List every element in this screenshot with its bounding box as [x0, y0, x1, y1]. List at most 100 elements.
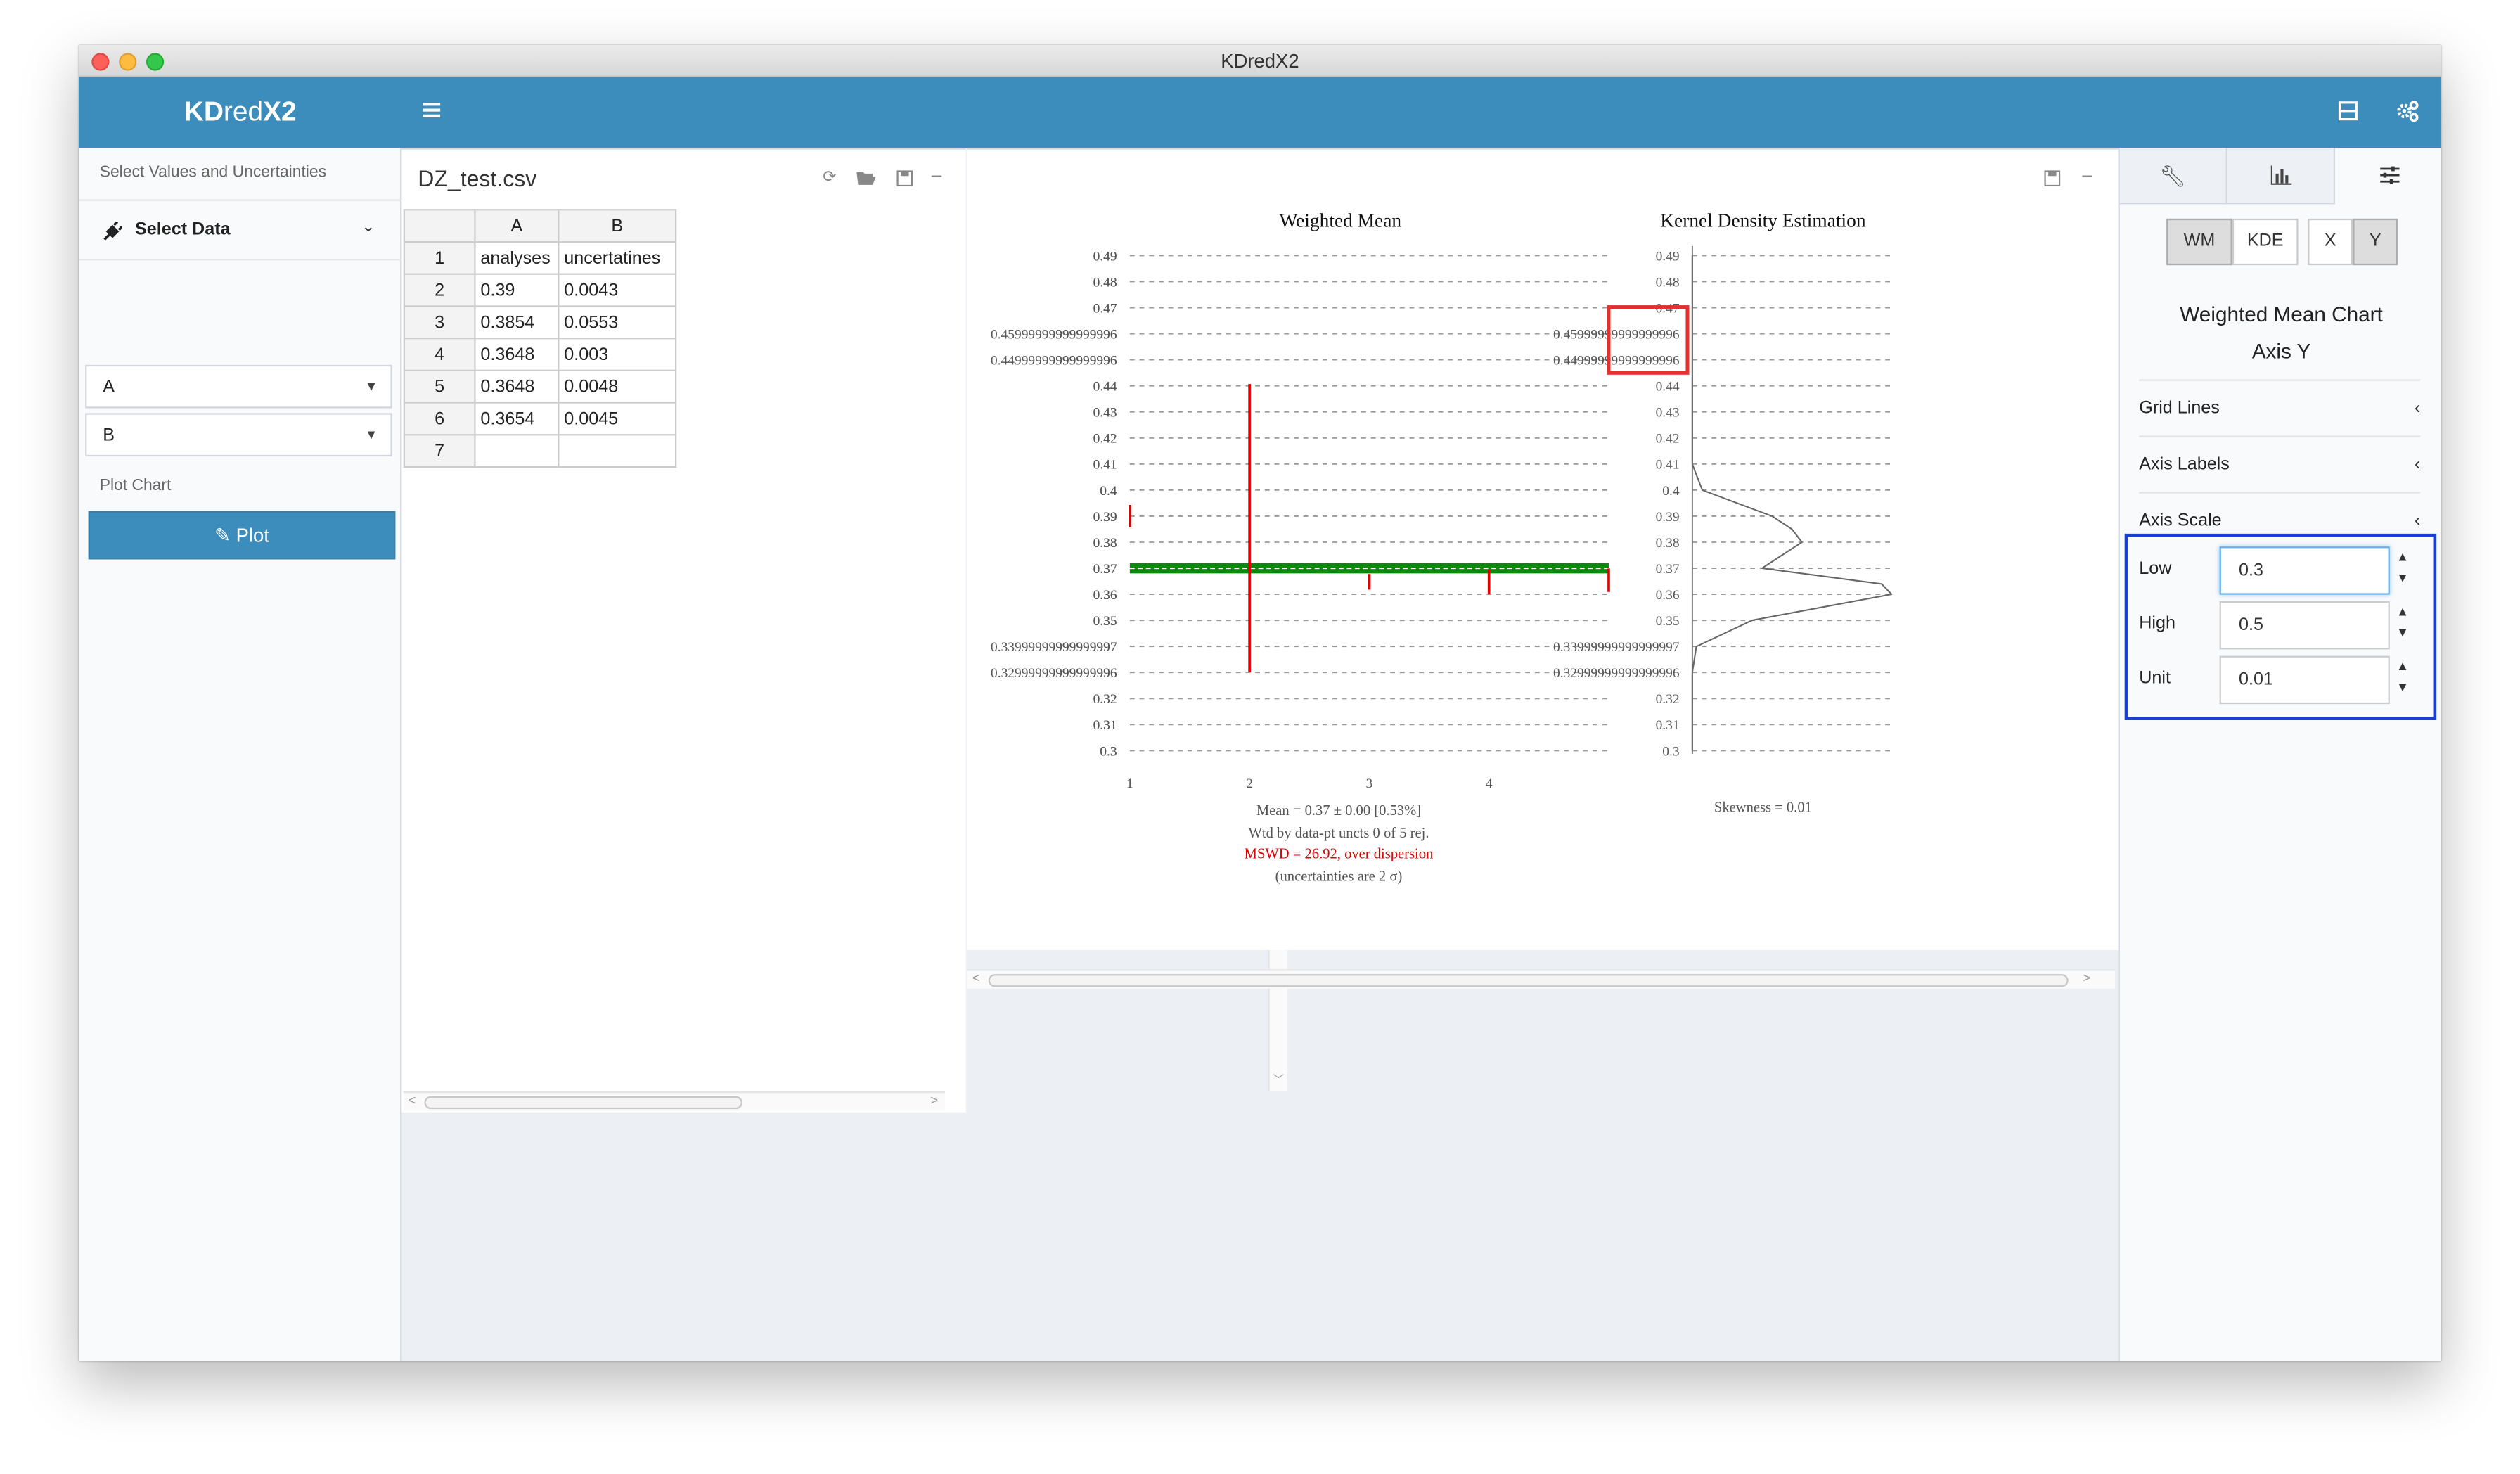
table-cell[interactable]: 0.0043: [558, 273, 677, 307]
wm-y-tick-label: 0.38: [1093, 536, 1117, 551]
high-input[interactable]: 0.5: [2219, 601, 2390, 650]
logo-x2: X2: [263, 96, 297, 127]
table-cell[interactable]: 0.3854: [474, 305, 560, 340]
table-cell[interactable]: analyses: [474, 241, 560, 275]
kde-y-tick-label: 0.3: [1662, 744, 1679, 759]
row-number[interactable]: 4: [403, 337, 476, 371]
minimize-box-icon[interactable]: −: [930, 164, 942, 188]
charts-svg: 0.49 0.48 0.47 0.45999999999999996 0.4499999…: [967, 205, 1893, 885]
table-cell[interactable]: 0.3654: [474, 402, 560, 436]
table-cell[interactable]: [474, 434, 560, 468]
kde-y-tick-label: 0.37: [1656, 562, 1680, 577]
plot-button-label: Plot: [236, 524, 269, 547]
row-number[interactable]: 2: [403, 273, 476, 307]
section-title: Weighted Mean Chart: [2180, 302, 2383, 326]
kde-y-tick-label: 0.38: [1656, 536, 1680, 551]
section-subtitle: Axis Y: [2251, 339, 2311, 364]
accordion-grid-lines[interactable]: Grid Lines ‹: [2139, 379, 2421, 434]
stepper-down-icon[interactable]: ▼: [2390, 677, 2416, 698]
y-toggle-button[interactable]: Y: [2353, 218, 2398, 266]
wm-label-clip: [967, 205, 1056, 785]
table-cell[interactable]: 0.003: [558, 337, 677, 371]
folder-open-icon[interactable]: [856, 170, 876, 186]
table-cell[interactable]: 0.0045: [558, 402, 677, 436]
stepper-down-icon[interactable]: ▼: [2390, 568, 2416, 589]
column-header[interactable]: B: [558, 209, 677, 243]
gears-icon[interactable]: [2396, 100, 2419, 122]
high-stepper[interactable]: ▲ ▼: [2390, 601, 2416, 650]
wm-x-tick-label: 1: [1126, 776, 1133, 791]
table-horizontal-scrollbar[interactable]: < >: [403, 1091, 945, 1111]
chevron-left-icon: ‹: [2414, 454, 2421, 475]
plot-button[interactable]: ✎ Plot: [88, 511, 396, 560]
table-cell[interactable]: 0.0553: [558, 305, 677, 340]
wrench-icon: 🔧︎: [2159, 164, 2187, 188]
low-label: Low: [2139, 559, 2172, 579]
wm-y-tick-label: 0.37: [1093, 562, 1117, 577]
row-number[interactable]: 6: [403, 402, 476, 436]
tab-chart[interactable]: [2227, 148, 2336, 205]
scroll-left-icon[interactable]: <: [409, 1093, 416, 1108]
table-cell[interactable]: [558, 434, 677, 468]
row-number[interactable]: 7: [403, 434, 476, 468]
caret-down-icon: ▼: [365, 427, 378, 442]
scroll-left-icon[interactable]: <: [972, 971, 980, 986]
stepper-up-icon[interactable]: ▲: [2390, 601, 2416, 622]
kde-toggle-button[interactable]: KDE: [2232, 218, 2299, 266]
kde-y-tick-label: 0.44: [1656, 380, 1680, 395]
scroll-right-icon[interactable]: >: [930, 1093, 938, 1108]
value-column-select[interactable]: A ▼: [85, 364, 392, 409]
table-cell[interactable]: 0.0048: [558, 369, 677, 404]
stepper-up-icon[interactable]: ▲: [2390, 546, 2416, 568]
kde-y-tick-label: 0.41: [1656, 458, 1680, 473]
save-chart-icon[interactable]: [2044, 170, 2061, 187]
table-cell[interactable]: 0.3648: [474, 337, 560, 371]
hamburger-menu-icon[interactable]: [423, 101, 441, 119]
accordion-axis-labels[interactable]: Axis Labels ‹: [2139, 435, 2421, 490]
top-header: KDredX2: [78, 77, 2441, 148]
wm-y-tick-label: 0.4: [1100, 484, 1117, 499]
refresh-icon[interactable]: ⟳: [823, 169, 836, 186]
plot-chart-label: Plot Chart: [99, 477, 172, 495]
wm-toggle-button[interactable]: WM: [2166, 218, 2232, 266]
table-row: 7: [403, 434, 677, 468]
scroll-down-icon[interactable]: ﹀: [1273, 1072, 1284, 1089]
low-stepper[interactable]: ▲ ▼: [2390, 546, 2416, 595]
minimize-chart-icon[interactable]: −: [2081, 164, 2093, 188]
save-icon[interactable]: [896, 170, 913, 187]
table-row: 6 0.3654 0.0045: [403, 402, 677, 436]
kde-y-tick-label: 0.39: [1656, 510, 1680, 525]
kde-y-tick-label: 0.31: [1656, 718, 1680, 733]
unit-input[interactable]: 0.01: [2219, 655, 2390, 705]
column-header[interactable]: A: [474, 209, 560, 243]
wm-x-tick-label: 4: [1486, 776, 1493, 791]
app-logo[interactable]: KDredX2: [79, 77, 401, 148]
uncertainty-column-select[interactable]: B ▼: [85, 413, 392, 457]
axis-scale-label: Axis Scale: [2139, 511, 2222, 531]
corner-cell[interactable]: [403, 209, 476, 243]
kde-y-tick-label: 0.4: [1662, 484, 1680, 499]
row-number[interactable]: 1: [403, 241, 476, 275]
row-number[interactable]: 5: [403, 369, 476, 404]
row-number[interactable]: 3: [403, 305, 476, 340]
low-input[interactable]: 0.3: [2219, 546, 2390, 595]
title-bar: KDredX2: [78, 44, 2441, 77]
table-cell[interactable]: uncertatines: [558, 241, 677, 275]
tab-sliders[interactable]: [2335, 148, 2441, 205]
table-cell[interactable]: 0.3648: [474, 369, 560, 404]
unit-stepper[interactable]: ▲ ▼: [2390, 656, 2416, 705]
x-toggle-button[interactable]: X: [2308, 218, 2353, 266]
wm-mswd-annotation: MSWD = 26.92, over dispersion: [1245, 847, 1434, 862]
tab-wrench[interactable]: 🔧︎: [2119, 148, 2228, 205]
stepper-up-icon[interactable]: ▲: [2390, 656, 2416, 677]
chart-horizontal-scrollbar[interactable]: < >: [967, 969, 2115, 989]
wm-y-tick-label: 0.45999999999999996: [991, 327, 1117, 342]
select-data-header[interactable]: Select Data ⌄: [78, 199, 402, 261]
table-cell[interactable]: 0.39: [474, 273, 560, 307]
value-column-text: A: [103, 378, 115, 397]
scroll-thumb[interactable]: [988, 974, 2069, 987]
stepper-down-icon[interactable]: ▼: [2390, 622, 2416, 643]
layout-toggle-icon[interactable]: [2338, 101, 2358, 121]
scroll-thumb[interactable]: [424, 1096, 742, 1110]
scroll-right-icon[interactable]: >: [2083, 971, 2090, 986]
